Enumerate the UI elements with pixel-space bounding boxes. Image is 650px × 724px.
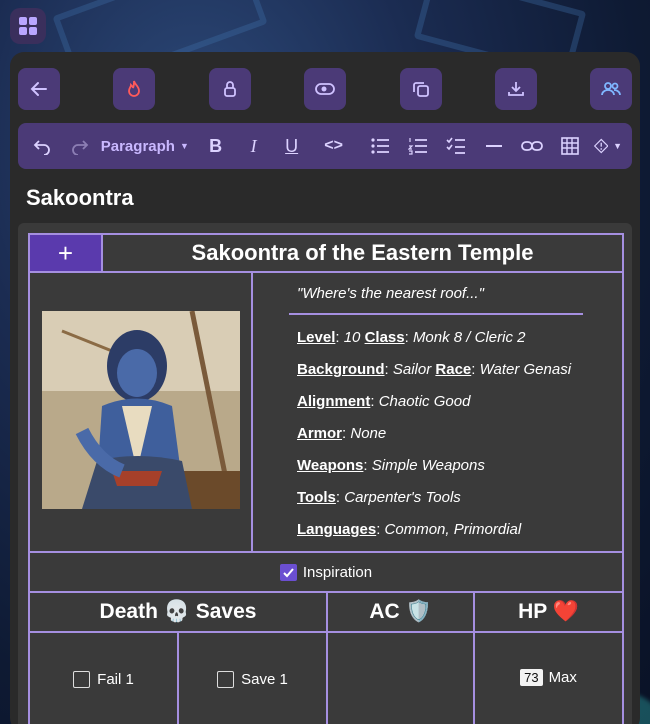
death-saves-header: Death 💀 Saves: [28, 591, 328, 633]
alignment-line: Alignment: Chaotic Good: [297, 393, 471, 410]
link-button[interactable]: [518, 130, 546, 162]
weapons-label: Weapons: [297, 457, 364, 474]
checklist-icon: [446, 137, 465, 154]
flame-icon: [128, 80, 140, 97]
portrait-cell: [28, 271, 253, 553]
check-icon: [283, 567, 294, 577]
character-sheet: + Sakoontra of the Eastern Temple "Where…: [18, 223, 632, 724]
class-label: Class: [364, 329, 405, 346]
bullet-list-icon: [371, 138, 389, 154]
bullet-list-button[interactable]: [366, 130, 394, 162]
chevron-down-icon: ▼: [613, 141, 622, 151]
race-label: Race: [435, 361, 472, 378]
plus-icon: +: [57, 238, 74, 268]
add-row-button[interactable]: +: [28, 233, 103, 273]
download-button[interactable]: [495, 68, 537, 110]
back-arrow-icon: [30, 82, 47, 96]
checklist-button[interactable]: [442, 130, 470, 162]
copy-icon: [413, 82, 429, 97]
paragraph-dropdown[interactable]: Paragraph ▼: [101, 130, 189, 162]
level-value: 10: [343, 329, 361, 346]
toggle-button[interactable]: [304, 68, 346, 110]
undo-icon: [33, 140, 50, 155]
hp-header: HP ❤️: [473, 591, 624, 633]
lock-icon: [224, 81, 236, 97]
death-save-cell: Save 1: [177, 631, 328, 724]
redo-button[interactable]: [66, 130, 94, 162]
weapons-value: Simple Weapons: [371, 457, 485, 474]
background-value: Sailor: [392, 361, 432, 378]
numbered-list-icon: [407, 138, 427, 155]
alert-dropdown[interactable]: ▼: [593, 130, 622, 162]
link-icon: [520, 141, 543, 151]
horizontal-rule-button[interactable]: [480, 130, 508, 162]
alignment-label: Alignment: [297, 393, 371, 410]
editor-panel: Paragraph ▼ B I U <> ▼ Sakoontra + Sakoo…: [10, 52, 640, 724]
background-label: Background: [297, 361, 385, 378]
toggle-icon: [315, 83, 335, 95]
download-icon: [508, 82, 524, 96]
character-portrait: [42, 311, 240, 509]
attributes-cell: "Where's the nearest roof..." Level: 10 …: [251, 271, 624, 553]
inspiration-label: Inspiration: [302, 563, 373, 581]
app-menu-button[interactable]: [10, 8, 46, 44]
background-race-line: Background: Sailor Race: Water Genasi: [297, 361, 572, 378]
armor-value: None: [350, 425, 387, 442]
lock-button[interactable]: [209, 68, 251, 110]
alignment-value: Chaotic Good: [378, 393, 471, 410]
save-1-checkbox[interactable]: [217, 671, 235, 688]
formatting-toolbar: Paragraph ▼ B I U <> ▼: [18, 123, 632, 169]
code-button[interactable]: <>: [320, 130, 348, 162]
tools-value: Carpenter's Tools: [344, 489, 461, 506]
grid-apps-icon: [19, 17, 37, 35]
character-quote: "Where's the nearest roof...": [297, 285, 484, 302]
armor-line: Armor: None: [297, 425, 387, 442]
table-icon: [560, 137, 579, 155]
paragraph-label: Paragraph: [100, 137, 175, 155]
inspiration-cell: Inspiration: [28, 551, 624, 593]
inspiration-checkbox[interactable]: [279, 563, 297, 581]
undo-button[interactable]: [28, 130, 56, 162]
languages-value: Common, Primordial: [384, 521, 522, 538]
hp-max-label: Max: [548, 669, 577, 686]
save-1-label: Save 1: [241, 671, 288, 688]
hp-max-input[interactable]: 73: [520, 669, 543, 686]
armor-label: Armor: [297, 425, 343, 442]
users-button[interactable]: [590, 68, 632, 110]
languages-line: Languages: Common, Primordial: [297, 521, 522, 538]
tools-label: Tools: [297, 489, 336, 506]
document-title: Sakoontra: [26, 185, 134, 210]
ac-header: AC 🛡️: [326, 591, 475, 633]
top-toolbar: [18, 66, 632, 112]
users-icon: [601, 82, 621, 96]
underline-button[interactable]: U: [278, 130, 306, 162]
quote-divider: [289, 313, 583, 315]
weapons-line: Weapons: Simple Weapons: [297, 457, 485, 474]
bold-button[interactable]: B: [202, 130, 230, 162]
copy-button[interactable]: [400, 68, 442, 110]
chevron-down-icon: ▼: [179, 141, 189, 151]
race-value: Water Genasi: [479, 361, 572, 378]
numbered-list-button[interactable]: [404, 130, 432, 162]
horizontal-rule-icon: [485, 145, 502, 147]
character-name: Sakoontra of the Eastern Temple: [101, 233, 624, 273]
fail-1-checkbox[interactable]: [73, 671, 91, 688]
italic-button[interactable]: I: [240, 130, 268, 162]
table-button[interactable]: [556, 130, 584, 162]
level-class-line: Level: 10 Class: Monk 8 / Cleric 2: [297, 329, 526, 346]
death-fail-cell: Fail 1: [28, 631, 179, 724]
languages-label: Languages: [297, 521, 377, 538]
redo-icon: [72, 140, 89, 155]
alert-icon: [593, 138, 609, 154]
back-button[interactable]: [18, 68, 60, 110]
ac-value-cell: [326, 631, 475, 724]
tools-line: Tools: Carpenter's Tools: [297, 489, 461, 506]
fail-1-label: Fail 1: [97, 671, 134, 688]
hp-value-cell: 73 Max: [473, 631, 624, 724]
flame-button[interactable]: [113, 68, 155, 110]
class-value: Monk 8 / Cleric 2: [412, 329, 526, 346]
level-label: Level: [297, 329, 336, 346]
